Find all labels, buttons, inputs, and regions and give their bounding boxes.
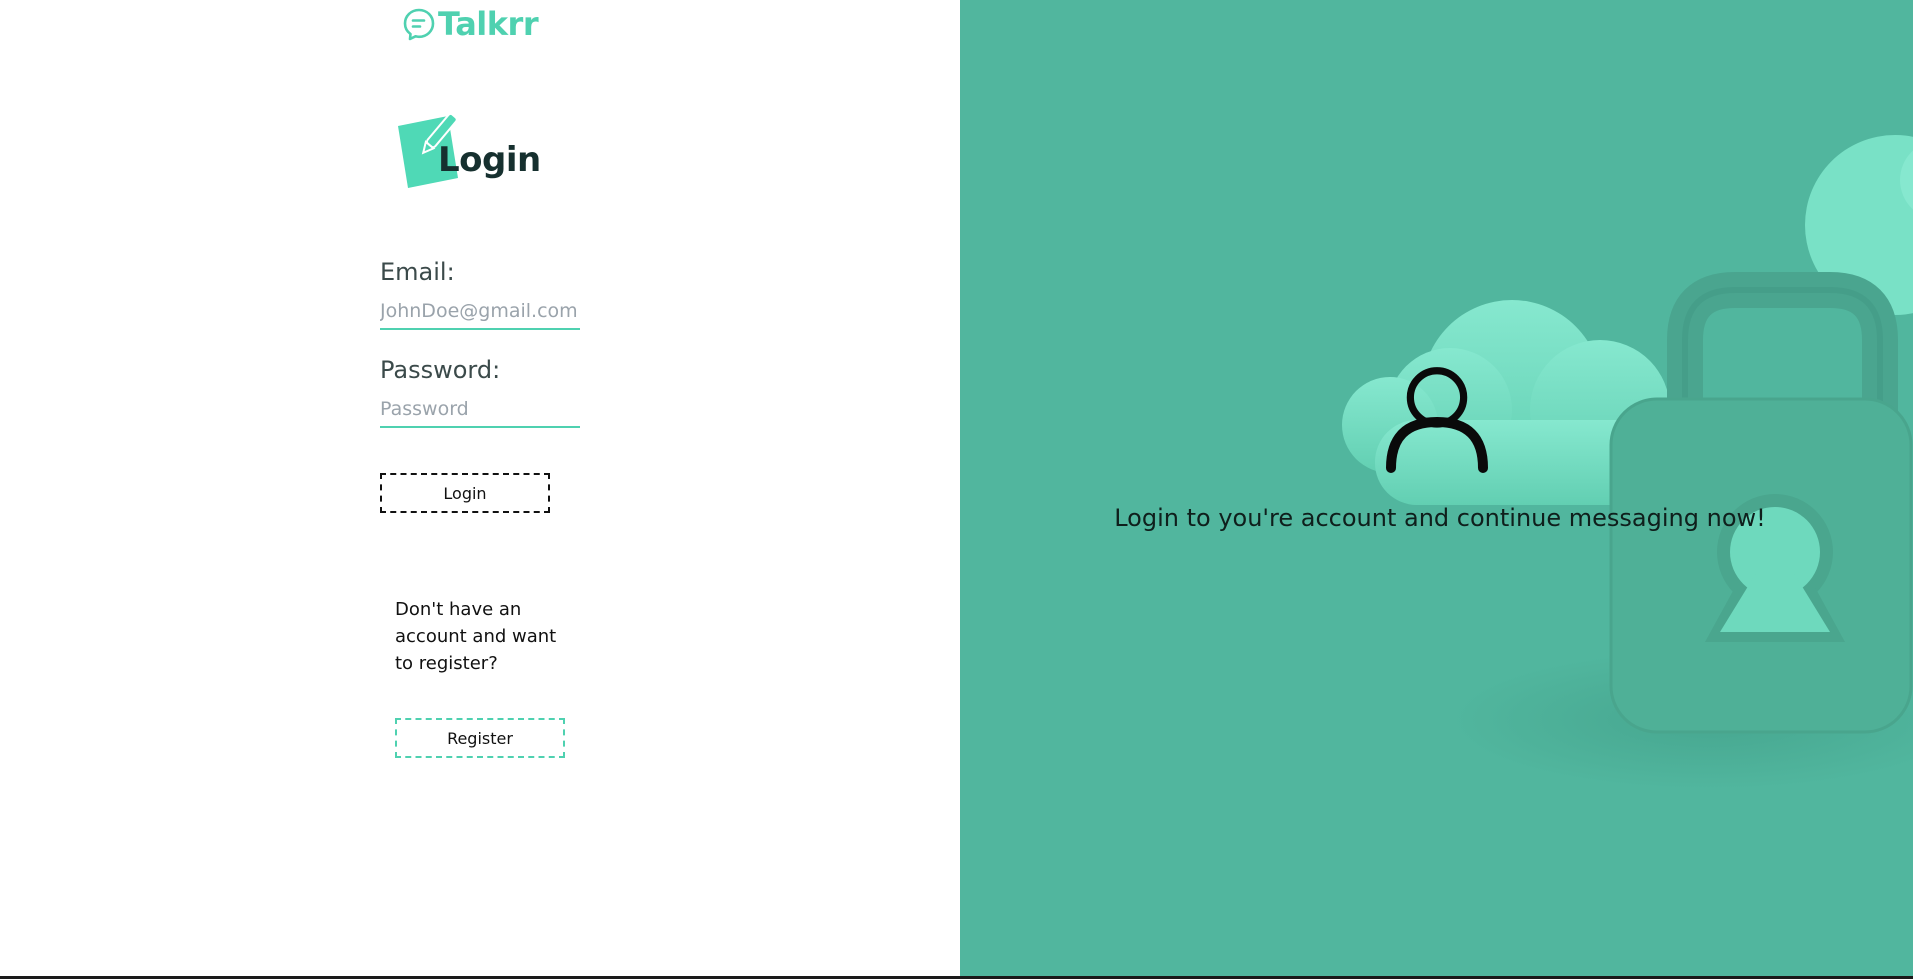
hero-tagline: Login to you're account and continue mes…	[1114, 504, 1766, 532]
user-icon	[1386, 367, 1488, 473]
password-input[interactable]	[380, 392, 580, 428]
login-panel: Talkrr Login Email: Password: Login Don'…	[0, 0, 960, 976]
email-input[interactable]	[380, 294, 580, 330]
page-title: Login	[438, 140, 541, 180]
brand-name: Talkrr	[438, 5, 539, 43]
login-heading: Login	[396, 110, 576, 194]
email-label: Email:	[380, 258, 455, 286]
login-button[interactable]: Login	[380, 473, 550, 513]
password-label: Password:	[380, 356, 501, 384]
brand-logo[interactable]: Talkrr	[402, 4, 539, 44]
register-prompt: Don't have an account and want to regist…	[395, 599, 557, 674]
cloud-padlock-illustration	[1342, 135, 1913, 790]
register-button[interactable]: Register	[395, 718, 565, 758]
hero-panel: Login to you're account and continue mes…	[960, 0, 1913, 976]
chat-bubble-icon	[403, 8, 435, 41]
page: Talkrr Login Email: Password: Login Don'…	[0, 0, 1913, 979]
